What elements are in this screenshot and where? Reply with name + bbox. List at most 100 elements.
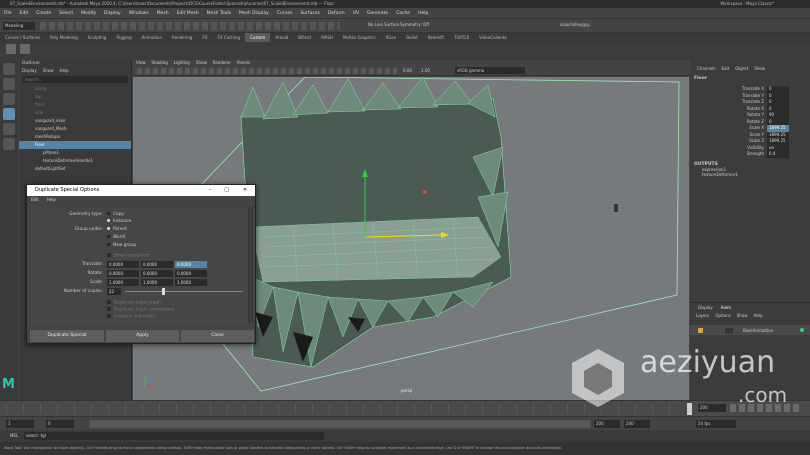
symmetry-label[interactable]: Symmetry: Off bbox=[400, 22, 429, 27]
menu-deform[interactable]: Deform bbox=[324, 8, 349, 19]
viewport-value-2[interactable]: 1.00 bbox=[421, 68, 430, 73]
shelf-tab[interactable]: Curves / Surfaces bbox=[0, 33, 45, 42]
rotate-y-field[interactable]: 0.0000 bbox=[141, 270, 173, 277]
outliner-item[interactable]: pPlane1 bbox=[19, 149, 131, 157]
outliner-item[interactable]: top bbox=[19, 93, 131, 101]
scale-x-field[interactable]: 1.0000 bbox=[107, 279, 139, 286]
user-account[interactable]: isaacmilley@g... bbox=[560, 22, 593, 27]
layer-toggle-icon[interactable] bbox=[725, 327, 733, 333]
channel-row[interactable]: Strength 0.4 bbox=[690, 151, 810, 158]
channelbox-menu-channels[interactable]: Channels bbox=[694, 66, 719, 71]
menu-uv[interactable]: UV bbox=[349, 8, 363, 19]
menu-edit-mesh[interactable]: Edit Mesh bbox=[173, 8, 203, 19]
outliner-menu-show[interactable]: Show bbox=[40, 68, 57, 73]
instance-leaf-nodes-checkbox[interactable]: Instance leaf nodes bbox=[107, 314, 156, 320]
shelf-tab[interactable]: Sculpting bbox=[83, 33, 112, 42]
menu-generate[interactable]: Generate bbox=[363, 8, 392, 19]
scale-y-field[interactable]: 1.0000 bbox=[141, 279, 173, 286]
menu-surfaces[interactable]: Surfaces bbox=[296, 8, 324, 19]
shelf-button[interactable] bbox=[6, 44, 16, 54]
lasso-tool-icon[interactable] bbox=[3, 78, 15, 90]
copies-field[interactable]: 22 bbox=[107, 288, 121, 295]
live-surface-label[interactable]: No Live Surface bbox=[368, 22, 399, 27]
move-tool-icon[interactable] bbox=[3, 108, 15, 120]
geometry-type-copy-radio[interactable]: Copy bbox=[107, 212, 124, 217]
shelf-tab[interactable]: FX bbox=[197, 33, 212, 42]
outliner-item[interactable]: front bbox=[19, 101, 131, 109]
duplicate-input-graph-checkbox[interactable]: Duplicate input graph bbox=[107, 300, 161, 306]
color-management-select[interactable]: sRGB gamma bbox=[455, 67, 525, 74]
copies-slider-handle[interactable] bbox=[162, 288, 165, 295]
maximize-icon[interactable]: □ bbox=[224, 185, 229, 196]
scale-tool-icon[interactable] bbox=[3, 138, 15, 150]
viewport-toolbar-icons[interactable] bbox=[137, 68, 397, 74]
dialog-scrollbar[interactable] bbox=[248, 207, 253, 323]
paint-select-tool-icon[interactable] bbox=[3, 93, 15, 105]
channelbox-menu-object[interactable]: Object bbox=[732, 66, 751, 71]
outliner-menu-help[interactable]: Help bbox=[57, 68, 72, 73]
outliner-item-selected[interactable]: Floor bbox=[19, 141, 131, 149]
copies-slider-track[interactable] bbox=[125, 291, 243, 292]
duplicate-input-connections-checkbox[interactable]: Duplicate input connections bbox=[107, 307, 174, 313]
duplicate-special-button[interactable]: Duplicate Special bbox=[30, 330, 104, 342]
layer-menu-show[interactable]: Show bbox=[737, 313, 748, 318]
mel-label[interactable]: MEL bbox=[10, 433, 18, 438]
shelf-tab[interactable]: Bifrost bbox=[293, 33, 316, 42]
shelf-tab[interactable]: XGen bbox=[380, 33, 401, 42]
dialog-menu-edit[interactable]: Edit bbox=[27, 196, 43, 204]
shelf-tab[interactable]: Rendering bbox=[167, 33, 197, 42]
mel-input[interactable]: select -tgl bbox=[24, 432, 324, 440]
menu-edit[interactable]: Edit bbox=[16, 8, 33, 19]
translate-z-field[interactable]: 0.0000 bbox=[175, 261, 207, 268]
outliner-search-input[interactable]: Search... bbox=[22, 76, 128, 83]
fps-select[interactable]: 24 fps bbox=[696, 420, 736, 428]
translate-x-field[interactable]: 0.0000 bbox=[107, 261, 139, 268]
menu-modify[interactable]: Modify bbox=[77, 8, 100, 19]
shelf-tab[interactable]: FX Caching bbox=[213, 33, 245, 42]
shelf-tab[interactable]: Rigging bbox=[111, 33, 136, 42]
shelf-tab[interactable]: MASH bbox=[316, 33, 338, 42]
status-tool-icons[interactable] bbox=[40, 22, 340, 30]
menu-display[interactable]: Display bbox=[100, 8, 125, 19]
apply-button[interactable]: Apply bbox=[106, 330, 179, 342]
translate-y-field[interactable]: 0.0000 bbox=[141, 261, 173, 268]
layer-menu-layers[interactable]: Layers bbox=[696, 313, 709, 318]
shelf-tab[interactable]: Animation bbox=[137, 33, 167, 42]
outliner-item[interactable]: side bbox=[19, 109, 131, 117]
mode-selector[interactable]: Modeling bbox=[3, 22, 35, 30]
shelf-tab[interactable]: TURTLE bbox=[449, 33, 474, 42]
shelf-tab[interactable]: Redshift bbox=[423, 33, 449, 42]
start-frame-field[interactable]: 1 bbox=[6, 420, 34, 428]
outliner-item[interactable]: vanguard_visor bbox=[19, 117, 131, 125]
menu-mesh[interactable]: Mesh bbox=[153, 8, 173, 19]
channelbox-menu-edit[interactable]: Edit bbox=[719, 66, 733, 71]
dialog-menu-help[interactable]: Help bbox=[43, 196, 60, 204]
range-end-field[interactable]: 200 bbox=[594, 420, 620, 428]
outliner-item[interactable]: defaultLightSet bbox=[19, 165, 131, 173]
rotate-tool-icon[interactable] bbox=[3, 123, 15, 135]
minimize-icon[interactable]: – bbox=[209, 185, 212, 196]
menu-create[interactable]: Create bbox=[32, 8, 55, 19]
shelf-tab[interactable]: Poly Modeling bbox=[45, 33, 83, 42]
menu-file[interactable]: File bbox=[0, 8, 16, 19]
rotate-x-field[interactable]: 0.0000 bbox=[107, 270, 139, 277]
layer-name[interactable]: BaseAnimation bbox=[743, 328, 773, 333]
group-under-world-radio[interactable]: World bbox=[107, 235, 125, 240]
group-under-parent-radio[interactable]: Parent bbox=[107, 227, 127, 232]
scale-z-field[interactable]: 1.0000 bbox=[175, 279, 207, 286]
outliner-item[interactable]: vanguard_Mesh bbox=[19, 125, 131, 133]
shelf-tab-active[interactable]: Custom bbox=[245, 33, 271, 42]
layer-menu-options[interactable]: Options bbox=[715, 313, 730, 318]
shelf-tab[interactable]: Bullet bbox=[401, 33, 423, 42]
menu-windows[interactable]: Windows bbox=[125, 8, 153, 19]
shelf-tab[interactable]: Arnold bbox=[270, 33, 293, 42]
select-tool-icon[interactable] bbox=[3, 63, 15, 75]
outliner-menu-display[interactable]: Display bbox=[19, 68, 40, 73]
layer-tab-anim[interactable]: Anim bbox=[721, 305, 731, 310]
menu-mesh-display[interactable]: Mesh Display bbox=[235, 8, 273, 19]
close-button[interactable]: Close bbox=[181, 330, 254, 342]
menu-cache[interactable]: Cache bbox=[392, 8, 414, 19]
output-node[interactable]: textureDeformer1 bbox=[690, 172, 810, 177]
shelf-tab[interactable]: Motion Graphics bbox=[338, 33, 381, 42]
outliner-item[interactable]: meshRetopo bbox=[19, 133, 131, 141]
